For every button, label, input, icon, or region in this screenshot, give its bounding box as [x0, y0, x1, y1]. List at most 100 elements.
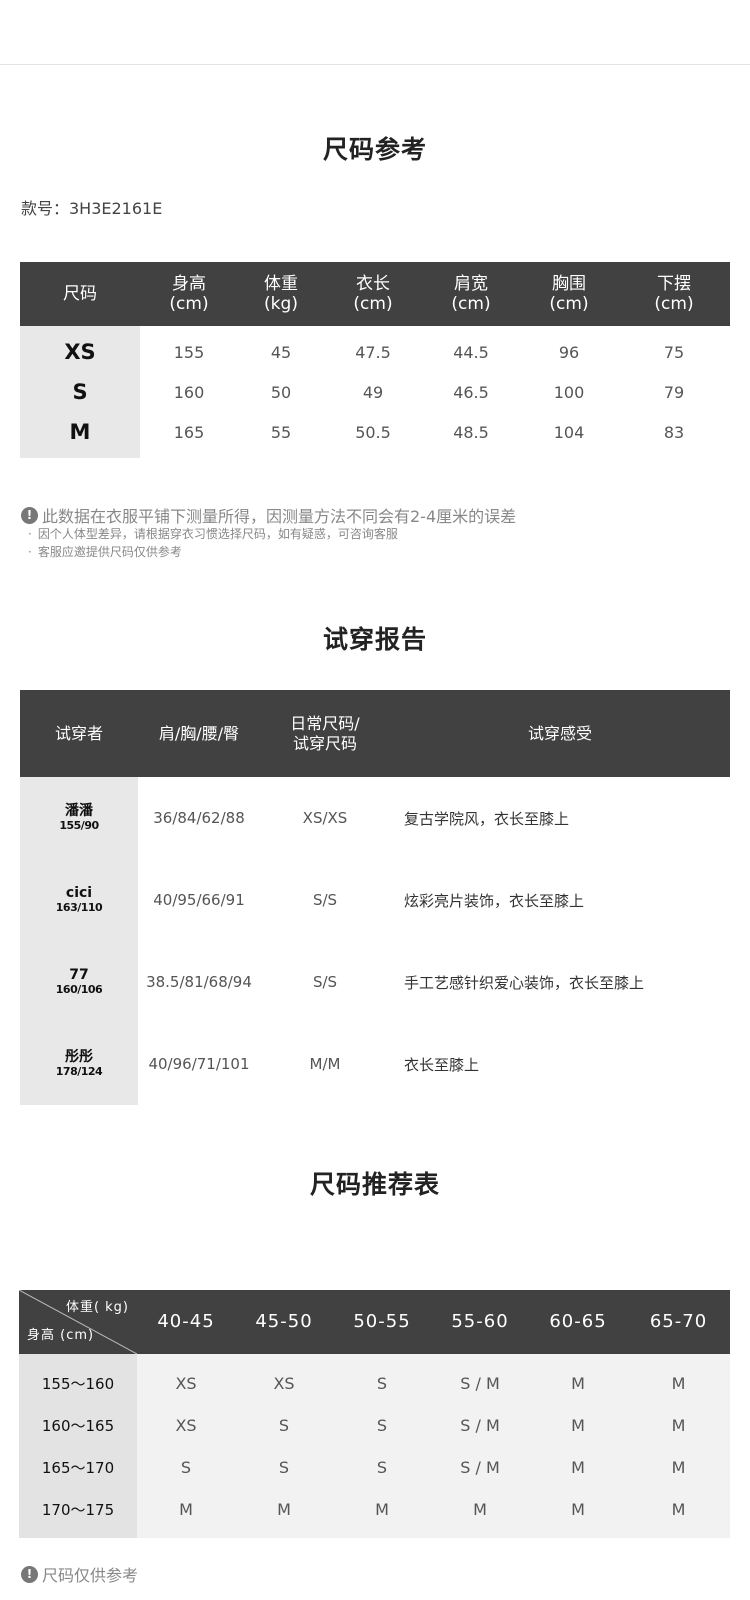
table-cell: M [627, 1488, 730, 1538]
header-weight-range: 50-55 [333, 1290, 431, 1354]
table-row: 彤彤 178/124 40/96/71/101 M/M 衣长至膝上 [20, 1023, 730, 1105]
table-row: 潘潘 155/90 36/84/62/88 XS/XS 复古学院风，衣长至膝上 [20, 777, 730, 859]
table-cell: M [431, 1488, 529, 1538]
fit-report-title: 试穿报告 [322, 625, 427, 654]
table-row: cici 163/110 40/95/66/91 S/S 炫彩亮片装饰，衣长至膝上 [20, 859, 730, 941]
table-row: 170～175 M M M M M M [19, 1488, 730, 1538]
header-length: 衣长 (cm) [324, 262, 422, 326]
table-row: 165～170 S S S S / M M M [19, 1446, 730, 1488]
table-cell: 衣长至膝上 [404, 1055, 480, 1074]
table-cell: 40/96/71/101 [148, 1055, 250, 1073]
header-weight: 体重 (kg) [238, 262, 324, 326]
table-cell: 55 [270, 422, 292, 442]
table-cell: 40/95/66/91 [153, 891, 245, 909]
header-weight-range: 60-65 [529, 1290, 627, 1354]
header-weight-range: 55-60 [431, 1290, 529, 1354]
table-cell: 165 [173, 422, 205, 442]
table-cell: S [333, 1354, 431, 1404]
table-cell: M [137, 1488, 235, 1538]
table-cell: XS [137, 1404, 235, 1446]
table-cell: M [627, 1404, 730, 1446]
table-cell: M [529, 1354, 627, 1404]
table-cell: 104 [553, 422, 585, 442]
table-row: XS 155 45 47.5 44.5 96 75 [20, 326, 730, 370]
table-cell: M [627, 1446, 730, 1488]
table-cell: S [333, 1404, 431, 1446]
table-cell: S / M [431, 1404, 529, 1446]
size-label: S [20, 370, 140, 414]
table-cell: 45 [270, 342, 292, 362]
table-cell: 100 [553, 382, 585, 402]
table-cell: 复古学院风，衣长至膝上 [404, 809, 570, 828]
size-table-header-row: 尺码 身高 (cm) 体重 (kg) 衣长 (cm) 肩宽 (cm) 胸围 (cm) 下摆… [20, 262, 730, 326]
table-cell: 83 [663, 422, 685, 442]
table-cell: S / M [431, 1446, 529, 1488]
header-weight-range: 45-50 [235, 1290, 333, 1354]
recommendation-title: 尺码推荐表 [309, 1170, 440, 1199]
style-number: 款号：3H3E2161E [21, 199, 163, 218]
tester-cell: 77 160/106 [20, 941, 138, 1023]
table-cell: 75 [663, 342, 685, 362]
table-row: 77 160/106 38.5/81/68/94 S/S 手工艺感针织爱心装饰，衣… [20, 941, 730, 1023]
table-cell: 50 [270, 382, 292, 402]
size-reference-table: 尺码 身高 (cm) 体重 (kg) 衣长 (cm) 肩宽 (cm) 胸围 (cm) 下摆… [20, 262, 730, 458]
header-sizes: 日常尺码/试穿尺码 [260, 690, 390, 777]
table-cell: S [333, 1446, 431, 1488]
table-cell: M [627, 1354, 730, 1404]
table-cell: 160 [173, 382, 205, 402]
size-reference-title: 尺码参考 [322, 135, 427, 164]
table-row: 160～165 XS S S S / M M M [19, 1404, 730, 1446]
table-cell: 49 [362, 382, 384, 402]
rec-table-header-row: 体重( kg) 身高 (cm) 40-45 45-50 50-55 55-60 … [19, 1290, 730, 1354]
table-cell: M [235, 1488, 333, 1538]
table-row: 155～160 XS XS S S / M M M [19, 1354, 730, 1404]
fit-table-header-row: 试穿者 肩/胸/腰/臀 日常尺码/试穿尺码 试穿感受 [20, 690, 730, 777]
table-cell: S/S [312, 973, 338, 991]
table-cell: S [137, 1446, 235, 1488]
fit-report-table: 试穿者 肩/胸/腰/臀 日常尺码/试穿尺码 试穿感受 潘潘 155/90 36/8… [20, 690, 730, 1105]
header-shoulder: 肩宽 (cm) [422, 262, 520, 326]
measurement-note: ! 此数据在衣服平铺下测量所得，因测量方法不同会有2-4厘米的误差 [21, 503, 516, 527]
table-row: M 165 55 50.5 48.5 104 83 [20, 414, 730, 458]
header-height: 身高 (cm) [140, 262, 238, 326]
table-row: S 160 50 49 46.5 100 79 [20, 370, 730, 414]
measurement-note-text: 此数据在衣服平铺下测量所得，因测量方法不同会有2-4厘米的误差 [42, 507, 517, 526]
exclamation-icon: ! [21, 506, 38, 524]
size-label: M [20, 414, 140, 458]
table-cell: 48.5 [453, 422, 489, 442]
note-sub-item: · 客服应邀提供尺码仅供参考 [28, 545, 182, 559]
table-cell: 155 [173, 342, 205, 362]
corner-weight-label: 体重( kg) [65, 1300, 129, 1315]
tester-cell: cici 163/110 [20, 859, 138, 941]
table-cell: M [333, 1488, 431, 1538]
reference-footnote: ! 尺码仅供参考 [21, 1562, 138, 1586]
header-weight-range: 65-70 [627, 1290, 730, 1354]
table-cell: 79 [663, 382, 685, 402]
header-measurements: 肩/胸/腰/臀 [138, 690, 260, 777]
corner-header: 体重( kg) 身高 (cm) [19, 1290, 137, 1354]
header-tester: 试穿者 [20, 690, 138, 777]
header-bust: 胸围 (cm) [520, 262, 618, 326]
table-cell: 50.5 [355, 422, 391, 442]
corner-height-label: 身高 (cm) [27, 1328, 95, 1344]
height-range: 160～165 [19, 1404, 137, 1446]
table-cell: XS [137, 1354, 235, 1404]
table-cell: M/M [309, 1055, 341, 1073]
table-cell: 38.5/81/68/94 [146, 973, 252, 991]
top-divider [0, 64, 750, 65]
exclamation-icon: ! [21, 1565, 38, 1583]
footnote-text: 尺码仅供参考 [42, 1566, 139, 1585]
header-weight-range: 40-45 [137, 1290, 235, 1354]
height-range: 170～175 [19, 1488, 137, 1538]
bullet-icon: · [28, 545, 32, 559]
table-cell: XS [235, 1354, 333, 1404]
header-size: 尺码 [20, 262, 140, 326]
table-cell: 44.5 [453, 342, 489, 362]
table-cell: 手工艺感针织爱心装饰，衣长至膝上 [404, 973, 645, 992]
table-cell: M [529, 1488, 627, 1538]
tester-cell: 彤彤 178/124 [20, 1023, 138, 1105]
table-cell: 炫彩亮片装饰，衣长至膝上 [404, 891, 585, 910]
table-cell: S [235, 1404, 333, 1446]
size-label: XS [20, 326, 140, 370]
note-sub-item: · 因个人体型差异，请根据穿衣习惯选择尺码，如有疑惑，可咨询客服 [28, 527, 398, 541]
